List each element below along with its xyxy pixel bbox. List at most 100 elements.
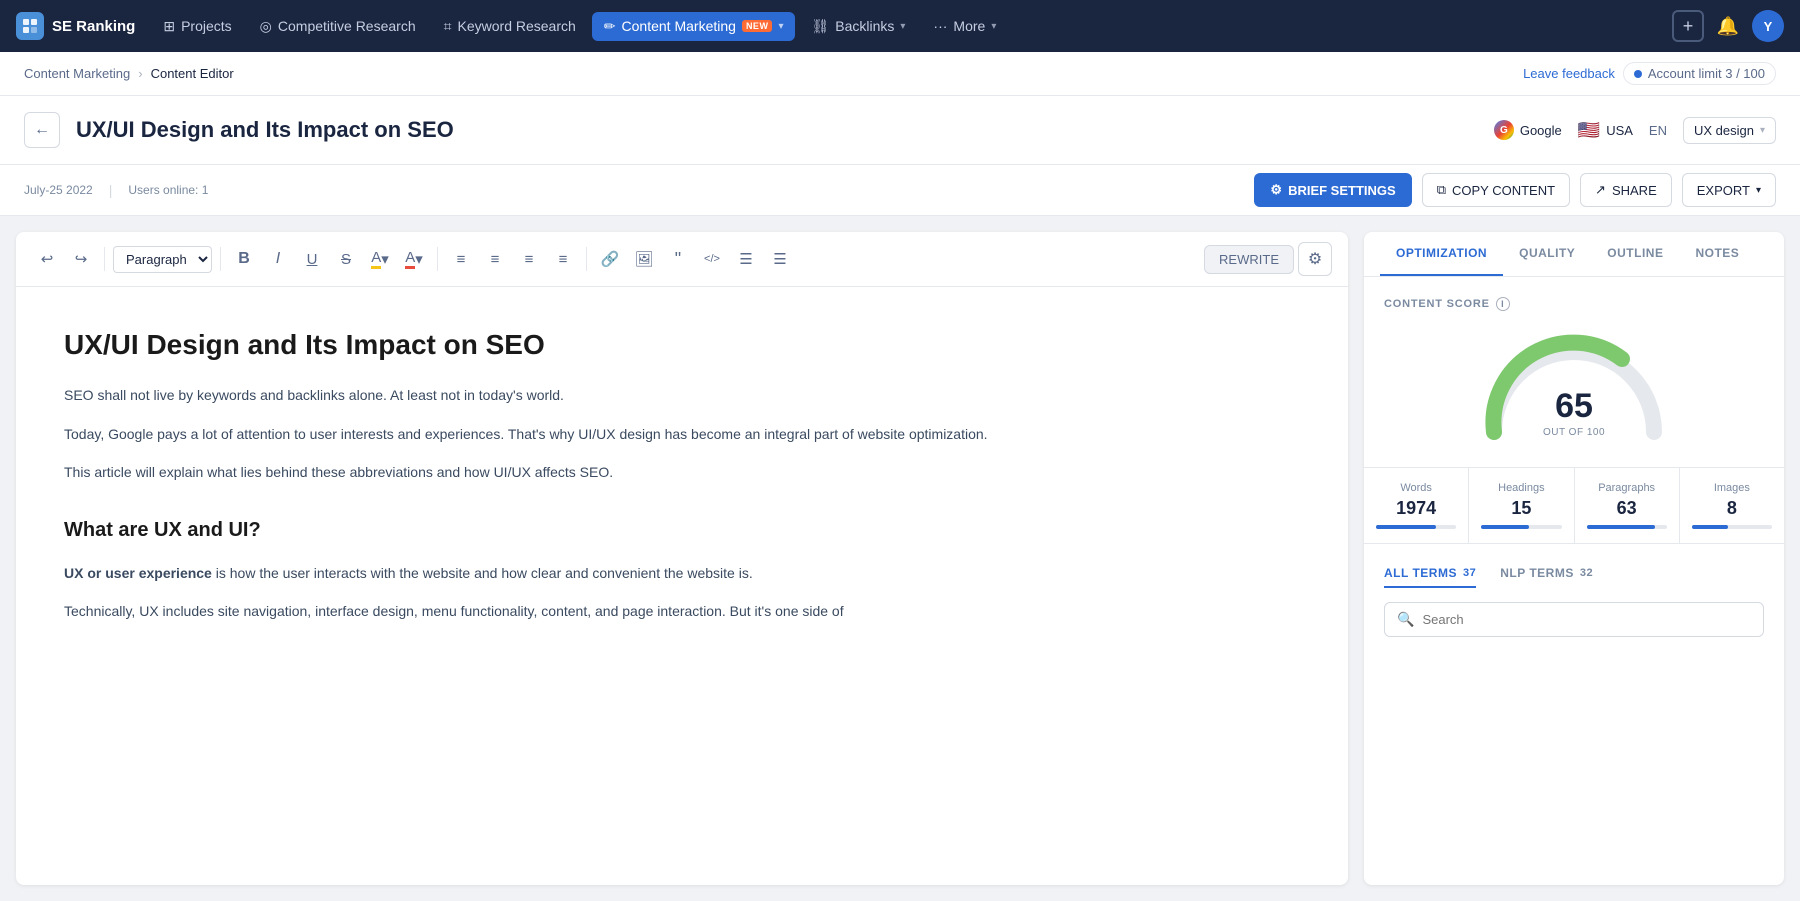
justify-button[interactable]: ≡ <box>548 244 578 274</box>
chart-icon: ◎ <box>260 18 272 35</box>
score-gauge: 65 OUT OF 100 <box>1384 327 1764 447</box>
add-button[interactable]: + <box>1672 10 1704 42</box>
toolbar-separator <box>220 247 221 271</box>
redo-button[interactable]: ↪ <box>66 244 96 274</box>
meta-bar: July-25 2022 | Users online: 1 ⚙ BRIEF S… <box>0 165 1800 216</box>
app-logo[interactable]: SE Ranking <box>16 12 135 40</box>
nav-item-more[interactable]: ··· More ▾ <box>921 12 1008 40</box>
breadcrumb: Content Marketing › Content Editor Leave… <box>0 52 1800 96</box>
article-paragraph-5: Technically, UX includes site navigation… <box>64 599 1300 624</box>
toolbar-separator <box>437 247 438 271</box>
highlight-color-button[interactable]: A▾ <box>365 244 395 274</box>
search-engine-selector[interactable]: G Google <box>1494 120 1562 140</box>
stat-headings: Headings 15 <box>1469 468 1574 543</box>
editor-content[interactable]: UX/UI Design and Its Impact on SEO SEO s… <box>16 287 1348 885</box>
align-right-button[interactable]: ≡ <box>514 244 544 274</box>
rewrite-button[interactable]: REWRITE <box>1204 245 1294 274</box>
grid-icon: ⊞ <box>163 18 175 35</box>
nav-item-keyword-research[interactable]: ⌗ Keyword Research <box>432 12 588 41</box>
undo-button[interactable]: ↩ <box>32 244 62 274</box>
copy-icon: ⧉ <box>1437 182 1446 198</box>
account-limit-text: Account limit 3 / 100 <box>1648 66 1765 81</box>
user-avatar[interactable]: Y <box>1752 10 1784 42</box>
images-bar-fill <box>1692 525 1728 529</box>
nav-item-competitive-research[interactable]: ◎ Competitive Research <box>248 12 428 41</box>
breadcrumb-separator: › <box>138 66 142 81</box>
country-selector[interactable]: 🇺🇸 USA <box>1578 120 1633 141</box>
code-block-button[interactable]: </> <box>697 244 727 274</box>
nav-item-backlinks[interactable]: ⛓ Backlinks ▾ <box>799 12 917 41</box>
dots-icon: ··· <box>933 18 947 34</box>
tab-quality[interactable]: QUALITY <box>1503 232 1591 276</box>
italic-button[interactable]: I <box>263 244 293 274</box>
insert-image-button[interactable]: 🖼 <box>629 244 659 274</box>
terms-search-box[interactable]: 🔍 <box>1384 602 1764 637</box>
breadcrumb-content-marketing[interactable]: Content Marketing <box>24 66 130 81</box>
chevron-down-icon: ▾ <box>991 21 996 32</box>
text-color-button[interactable]: A▾ <box>399 244 429 274</box>
tab-optimization[interactable]: OPTIMIZATION <box>1380 232 1503 276</box>
limit-dot-icon <box>1634 70 1642 78</box>
copy-content-button[interactable]: ⧉ COPY CONTENT <box>1422 173 1570 207</box>
leave-feedback-button[interactable]: Leave feedback <box>1523 66 1615 81</box>
headings-bar-fill <box>1481 525 1529 529</box>
underline-button[interactable]: U <box>297 244 327 274</box>
toolbar-separator <box>586 247 587 271</box>
brief-settings-button[interactable]: ⚙ BRIEF SETTINGS <box>1254 173 1411 207</box>
top-navigation: SE Ranking ⊞ Projects ◎ Competitive Rese… <box>0 0 1800 52</box>
terms-section: ALL TERMS 37 NLP TERMS 32 🔍 <box>1364 543 1784 653</box>
article-subheading-1: What are UX and UI? <box>64 513 1300 547</box>
gauge-svg: 65 OUT OF 100 <box>1474 327 1674 447</box>
search-icon: 🔍 <box>1397 611 1414 628</box>
stats-row: Words 1974 Headings 15 Paragraphs 63 <box>1364 467 1784 543</box>
svg-text:65: 65 <box>1555 387 1593 425</box>
notification-bell[interactable]: 🔔 <box>1712 10 1744 42</box>
chevron-down-icon: ▾ <box>778 21 783 32</box>
share-icon: ↗ <box>1595 182 1606 198</box>
export-button[interactable]: EXPORT ▾ <box>1682 173 1776 207</box>
toolbar-separator <box>104 247 105 271</box>
language-tag[interactable]: EN <box>1649 123 1667 138</box>
editor-settings-button[interactable]: ⚙ <box>1298 242 1332 276</box>
ordered-list-button[interactable]: ☰ <box>765 244 795 274</box>
chevron-down-icon: ▾ <box>900 21 905 32</box>
nav-item-projects[interactable]: ⊞ Projects <box>151 12 243 41</box>
align-center-button[interactable]: ≡ <box>480 244 510 274</box>
insert-link-button[interactable]: 🔗 <box>595 244 625 274</box>
users-online: Users online: 1 <box>128 183 208 197</box>
paragraph-format-select[interactable]: Paragraph <box>113 246 212 273</box>
google-icon: G <box>1494 120 1514 140</box>
paragraphs-bar-fill <box>1587 525 1655 529</box>
bold-button[interactable]: B <box>229 244 259 274</box>
stat-paragraphs: Paragraphs 63 <box>1575 468 1680 543</box>
stat-images: Images 8 <box>1680 468 1784 543</box>
align-left-button[interactable]: ≡ <box>446 244 476 274</box>
words-bar-fill <box>1376 525 1436 529</box>
score-section: CONTENT SCORE i 65 OUT OF 100 <box>1364 277 1784 467</box>
document-date: July-25 2022 <box>24 183 93 197</box>
device-selector[interactable]: UX design ▾ <box>1683 117 1776 144</box>
settings-gear-icon: ⚙ <box>1270 182 1282 198</box>
article-paragraph-1: SEO shall not live by keywords and backl… <box>64 383 1300 408</box>
blockquote-button[interactable]: " <box>663 244 693 274</box>
new-badge: NEW <box>742 20 773 32</box>
editor-panel: ↩ ↪ Paragraph B I U S A▾ A▾ ≡ ≡ ≡ ≡ 🔗 � <box>16 232 1348 885</box>
right-panel-tabs: OPTIMIZATION QUALITY OUTLINE NOTES <box>1364 232 1784 277</box>
article-paragraph-2: Today, Google pays a lot of attention to… <box>64 422 1300 447</box>
tab-nlp-terms[interactable]: NLP TERMS 32 <box>1500 560 1593 588</box>
content-score-label: CONTENT SCORE i <box>1384 297 1764 311</box>
back-button[interactable]: ← <box>24 112 60 148</box>
right-panel: OPTIMIZATION QUALITY OUTLINE NOTES CONTE… <box>1364 232 1784 885</box>
tab-notes[interactable]: NOTES <box>1679 232 1755 276</box>
strikethrough-button[interactable]: S <box>331 244 361 274</box>
unordered-list-button[interactable]: ☰ <box>731 244 761 274</box>
tab-all-terms[interactable]: ALL TERMS 37 <box>1384 560 1476 588</box>
info-icon[interactable]: i <box>1496 297 1510 311</box>
nav-item-content-marketing[interactable]: ✏ Content Marketing NEW ▾ <box>592 12 796 41</box>
tab-outline[interactable]: OUTLINE <box>1591 232 1679 276</box>
account-limit-badge: Account limit 3 / 100 <box>1623 62 1776 85</box>
svg-text:OUT OF 100: OUT OF 100 <box>1543 427 1605 438</box>
page-title: UX/UI Design and Its Impact on SEO <box>76 117 1478 143</box>
share-button[interactable]: ↗ SHARE <box>1580 173 1672 207</box>
terms-search-input[interactable] <box>1422 612 1751 627</box>
